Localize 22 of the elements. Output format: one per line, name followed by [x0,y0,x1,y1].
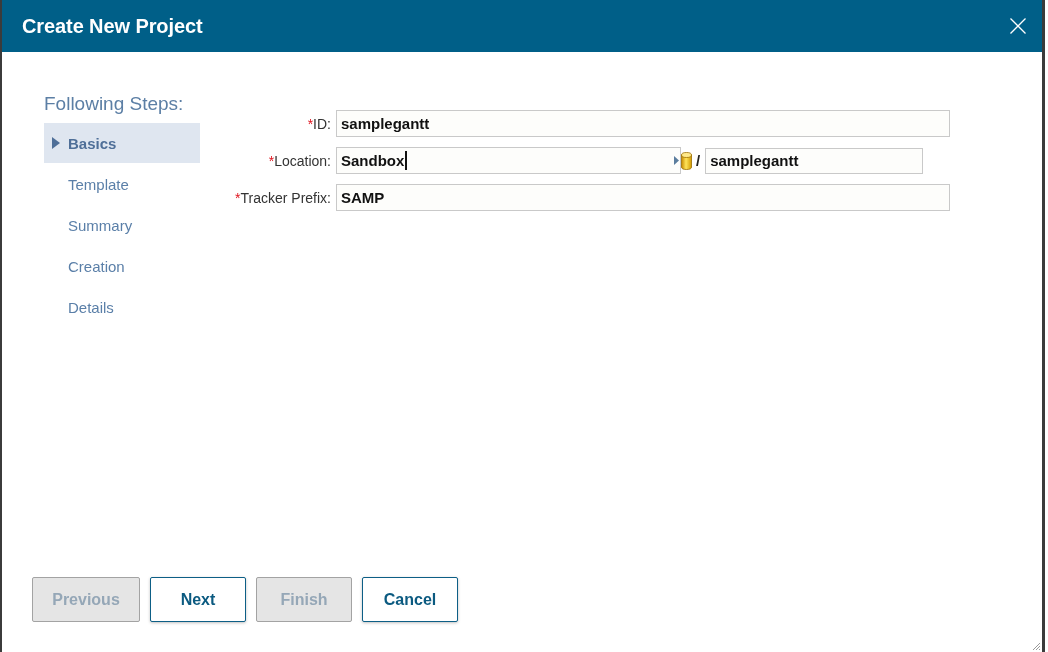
field-label: *ID: [306,115,331,132]
location-field[interactable]: Sandbox [336,147,681,174]
dialog-title: Create New Project [22,14,204,38]
step-item[interactable]: Basics [44,123,200,163]
triangle-icon [52,137,60,149]
next-button[interactable]: Next [150,577,246,622]
path-field[interactable]: samplegantt [705,147,924,174]
resize-grip-icon[interactable] [1032,642,1040,650]
step-item[interactable]: Template [44,164,200,204]
cancel-button[interactable]: Cancel [362,577,458,622]
field-label: *Tracker Prefix: [234,189,331,206]
expand-arrow-icon[interactable] [674,156,679,165]
step-item[interactable]: Creation [44,246,200,286]
step-item[interactable]: Summary [44,205,200,245]
id-field[interactable]: samplegantt [336,110,950,137]
path-separator: / [696,152,701,169]
cylinder-icon[interactable] [681,151,692,170]
step-item[interactable]: Details [44,287,200,327]
prefix-field[interactable]: SAMP [336,184,950,211]
field-label: *Location: [267,152,331,169]
close-icon[interactable] [1010,18,1026,34]
steps-heading: Following Steps: [44,92,185,116]
